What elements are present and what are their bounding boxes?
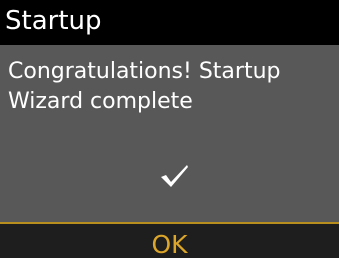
content-panel: Congratulations! Startup Wizard complete	[0, 45, 339, 222]
completion-message: Congratulations! Startup Wizard complete	[8, 59, 281, 114]
footer-bar: OK	[0, 222, 339, 258]
title-bar: Startup	[0, 0, 339, 45]
ok-button[interactable]: OK	[0, 224, 339, 258]
checkmark-icon	[161, 165, 188, 187]
page-title: Startup	[5, 6, 102, 36]
device-screen: Startup Congratulations! Startup Wizard …	[0, 0, 339, 258]
